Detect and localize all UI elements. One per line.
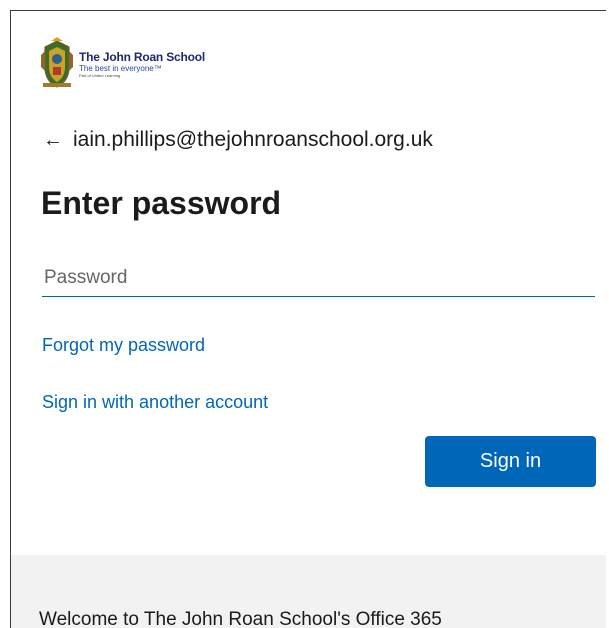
footer-banner: Welcome to The John Roan School's Office… xyxy=(11,555,606,628)
page-title: Enter password xyxy=(41,185,282,221)
sign-in-button[interactable]: Sign in xyxy=(425,436,596,487)
account-identity: ← iain.phillips@thejohnroanschool.org.uk xyxy=(43,128,433,152)
forgot-password-link[interactable]: Forgot my password xyxy=(42,335,205,356)
school-crest-icon xyxy=(41,37,73,88)
sign-in-another-account-link[interactable]: Sign in with another account xyxy=(42,392,268,413)
logo-text: The John Roan School The best in everyon… xyxy=(79,51,205,79)
sign-in-card: The John Roan School The best in everyon… xyxy=(10,10,606,628)
password-input[interactable] xyxy=(42,259,595,297)
school-logo: The John Roan School The best in everyon… xyxy=(39,37,205,89)
welcome-message: Welcome to The John Roan School's Office… xyxy=(39,609,442,628)
page: The John Roan School The best in everyon… xyxy=(0,0,609,628)
school-subtext: Part of United Learning xyxy=(79,73,121,78)
school-name: The John Roan School xyxy=(79,50,206,64)
school-tagline: The best in everyone™ xyxy=(79,64,162,73)
account-email: iain.phillips@thejohnroanschool.org.uk xyxy=(73,128,433,151)
back-arrow-icon[interactable]: ← xyxy=(43,129,63,152)
